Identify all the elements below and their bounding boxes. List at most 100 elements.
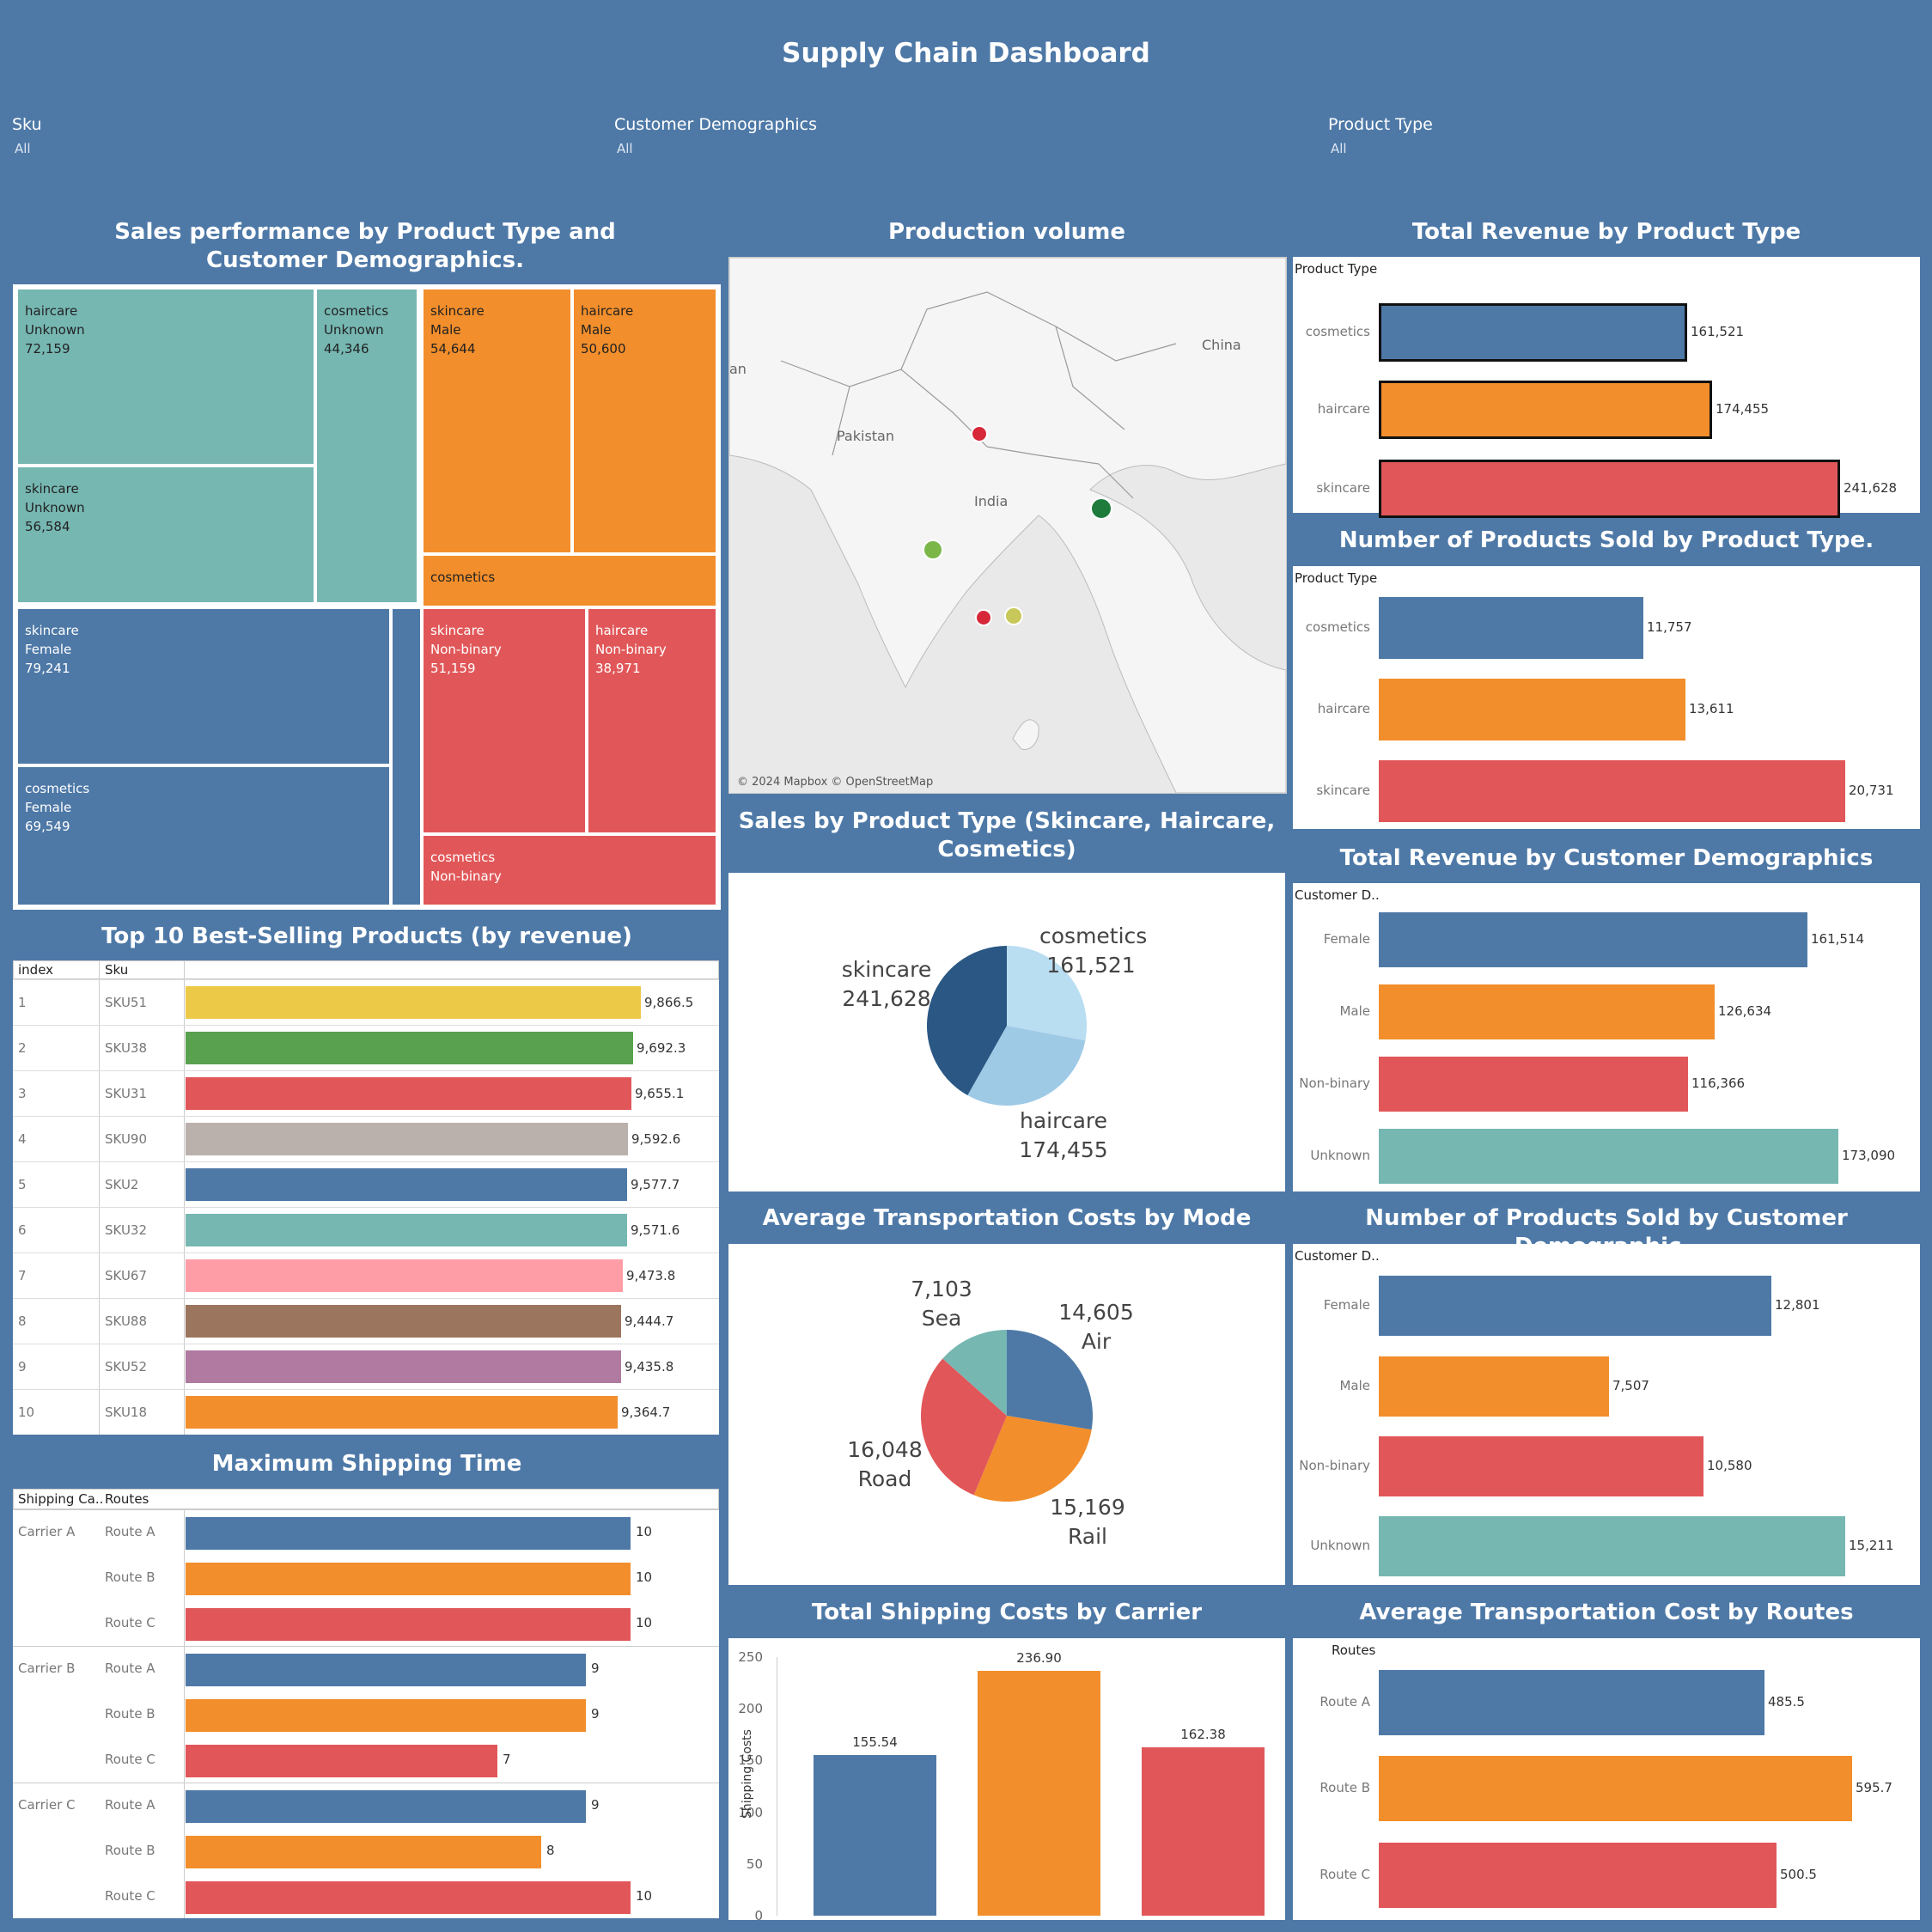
treemap-cell[interactable]: skincare Male 54,644 [422,288,572,554]
row-sku[interactable]: SKU67 [105,1268,147,1283]
revenue-demo-bar[interactable] [1379,1057,1688,1112]
row-sku[interactable]: SKU38 [105,1040,147,1056]
treemap-cell[interactable]: skincare Unknown 56,584 [16,466,315,604]
bar-value-label: 162.38 [1180,1727,1226,1743]
filter-customer-demographics[interactable]: Customer Demographics All [614,115,817,156]
sold-demo-bar[interactable] [1379,1516,1845,1576]
route-cost-bar[interactable] [1379,1670,1764,1735]
category-label: Female [1323,1297,1370,1313]
treemap-cell[interactable]: skincare Female 79,241 [16,607,391,765]
row-carrier: Carrier B [18,1661,76,1676]
top10-bar[interactable] [186,1259,623,1292]
revenue-type-bar[interactable] [1379,460,1840,518]
map-attribution: © 2024 Mapbox © OpenStreetMap [737,776,933,789]
treemap-cell[interactable]: haircare Unknown 72,159 [16,288,315,466]
revenue-type-bar[interactable] [1379,381,1712,439]
filter-sku[interactable]: Sku All [12,115,42,156]
treemap-cell[interactable]: haircare Non-binary 38,971 [587,607,717,834]
bar-value-label: 9,473.8 [626,1268,676,1283]
carrier-cost-bar[interactable] [814,1754,936,1916]
category-label: Non-binary [1299,1076,1370,1091]
top10-bar[interactable] [186,1032,633,1064]
row-index: 1 [18,995,27,1010]
shipping-time-bar[interactable] [186,1836,541,1868]
shipping-time-bar[interactable] [186,1745,497,1777]
bar-value-label: 9,592.6 [631,1131,681,1147]
sold-type-bar[interactable] [1379,597,1643,659]
route-cost-bar[interactable] [1379,1756,1852,1821]
carrier-cost-bar[interactable] [1142,1747,1265,1916]
map-point[interactable] [971,425,988,442]
category-label: skincare [1316,783,1370,798]
bar-value-label: 10 [636,1888,653,1904]
map-point[interactable] [1090,497,1112,520]
sales-pie-chart [927,946,1087,1106]
row-sku[interactable]: SKU32 [105,1222,147,1238]
filter-value[interactable]: All [15,141,42,156]
treemap-cell[interactable]: cosmetics Female 69,549 [16,765,391,906]
top10-bar[interactable] [186,1123,628,1155]
revenue-demo-bar[interactable] [1379,912,1807,967]
category-label: skincare [1316,480,1370,496]
row-sku[interactable]: SKU2 [105,1177,138,1192]
category-label: Female [1323,931,1370,947]
row-sku[interactable]: SKU31 [105,1086,147,1101]
treemap-cell-label: 38,971 [595,661,641,676]
shipping-time-bar[interactable] [186,1608,631,1641]
revenue-type-bar[interactable] [1379,303,1687,362]
treemap-cell[interactable]: cosmetics Unknown 44,346 [315,288,418,604]
treemap-cell-label: Female [25,800,72,815]
shipping-time-bar[interactable] [186,1563,631,1595]
treemap-cell-label: skincare [25,481,79,497]
filter-product-type[interactable]: Product Type All [1328,115,1433,156]
shipping-time-bar[interactable] [186,1517,631,1550]
map-canvas[interactable]: China Pakistan India an © 2024 Mapbox © … [729,258,1286,793]
shipping-time-bar[interactable] [186,1654,586,1686]
row-sku[interactable]: SKU52 [105,1359,147,1374]
top10-bar[interactable] [186,1396,618,1429]
map-point[interactable] [975,609,992,626]
y-axis-label: Shipping Costs [740,1729,754,1819]
shipping-time-bar[interactable] [186,1790,586,1823]
top10-bar[interactable] [186,1077,631,1110]
bar-value-label: 9,364.7 [621,1405,671,1420]
treemap-cell[interactable]: cosmetics [422,554,717,607]
production-map[interactable]: China Pakistan India an © 2024 Mapbox © … [728,257,1287,794]
top10-bar[interactable] [186,1350,621,1383]
row-sku[interactable]: SKU18 [105,1405,147,1420]
map-label-pakistan: Pakistan [837,428,894,444]
filter-value[interactable]: All [1331,141,1433,156]
sold-demo-bar[interactable] [1379,1436,1703,1496]
bar-value-label: 161,514 [1811,931,1865,947]
bar-value-label: 9 [591,1706,600,1722]
map-point[interactable] [1004,606,1023,625]
carrier-costs-title: Total Shipping Costs by Carrier [811,1600,1203,1625]
top10-bar[interactable] [186,1214,627,1246]
treemap-cell[interactable] [391,607,422,906]
treemap-cell-label: cosmetics [430,570,496,585]
carrier-cost-bar[interactable] [978,1670,1100,1916]
shipping-time-bar[interactable] [186,1699,586,1732]
filter-value[interactable]: All [617,141,817,156]
sold-demo-bar[interactable] [1379,1356,1609,1417]
row-sku[interactable]: SKU51 [105,995,147,1010]
treemap-cell[interactable]: haircare Male 50,600 [572,288,717,554]
revenue-demo-bar[interactable] [1379,984,1715,1039]
route-cost-bar[interactable] [1379,1843,1777,1908]
revenue-demo-title: Total Revenue by Customer Demographics [1339,845,1874,871]
row-sku[interactable]: SKU90 [105,1131,147,1147]
sold-type-bar[interactable] [1379,679,1685,740]
row-sku[interactable]: SKU88 [105,1313,147,1329]
top10-bar[interactable] [186,1168,627,1201]
sold-demo-bar[interactable] [1379,1276,1771,1336]
revenue-demo-bar[interactable] [1379,1129,1838,1184]
treemap-cell[interactable]: cosmetics Non-binary [422,834,717,906]
shipping-time-bar[interactable] [186,1881,631,1914]
treemap-cell[interactable]: skincare Non-binary 51,159 [422,607,587,834]
row-index: 6 [18,1222,27,1238]
treemap-cell-label: haircare [595,623,649,638]
top10-bar[interactable] [186,1305,621,1338]
map-point[interactable] [923,539,943,560]
top10-bar[interactable] [186,986,641,1019]
sold-type-bar[interactable] [1379,760,1845,822]
